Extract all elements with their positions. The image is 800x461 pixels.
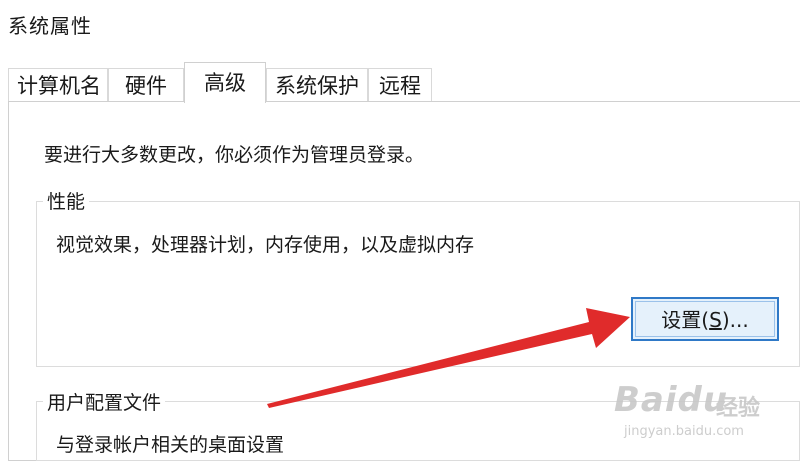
arrow-shape: [267, 308, 630, 408]
watermark-logo: Baidu: [614, 380, 729, 420]
baidu-jingyan-watermark: Baidu 经验 jingyan.baidu.com: [604, 374, 794, 444]
tab-advanced[interactable]: 高级: [184, 62, 266, 103]
watermark-url: jingyan.baidu.com: [624, 424, 744, 439]
watermark-cn: 经验: [716, 396, 761, 421]
